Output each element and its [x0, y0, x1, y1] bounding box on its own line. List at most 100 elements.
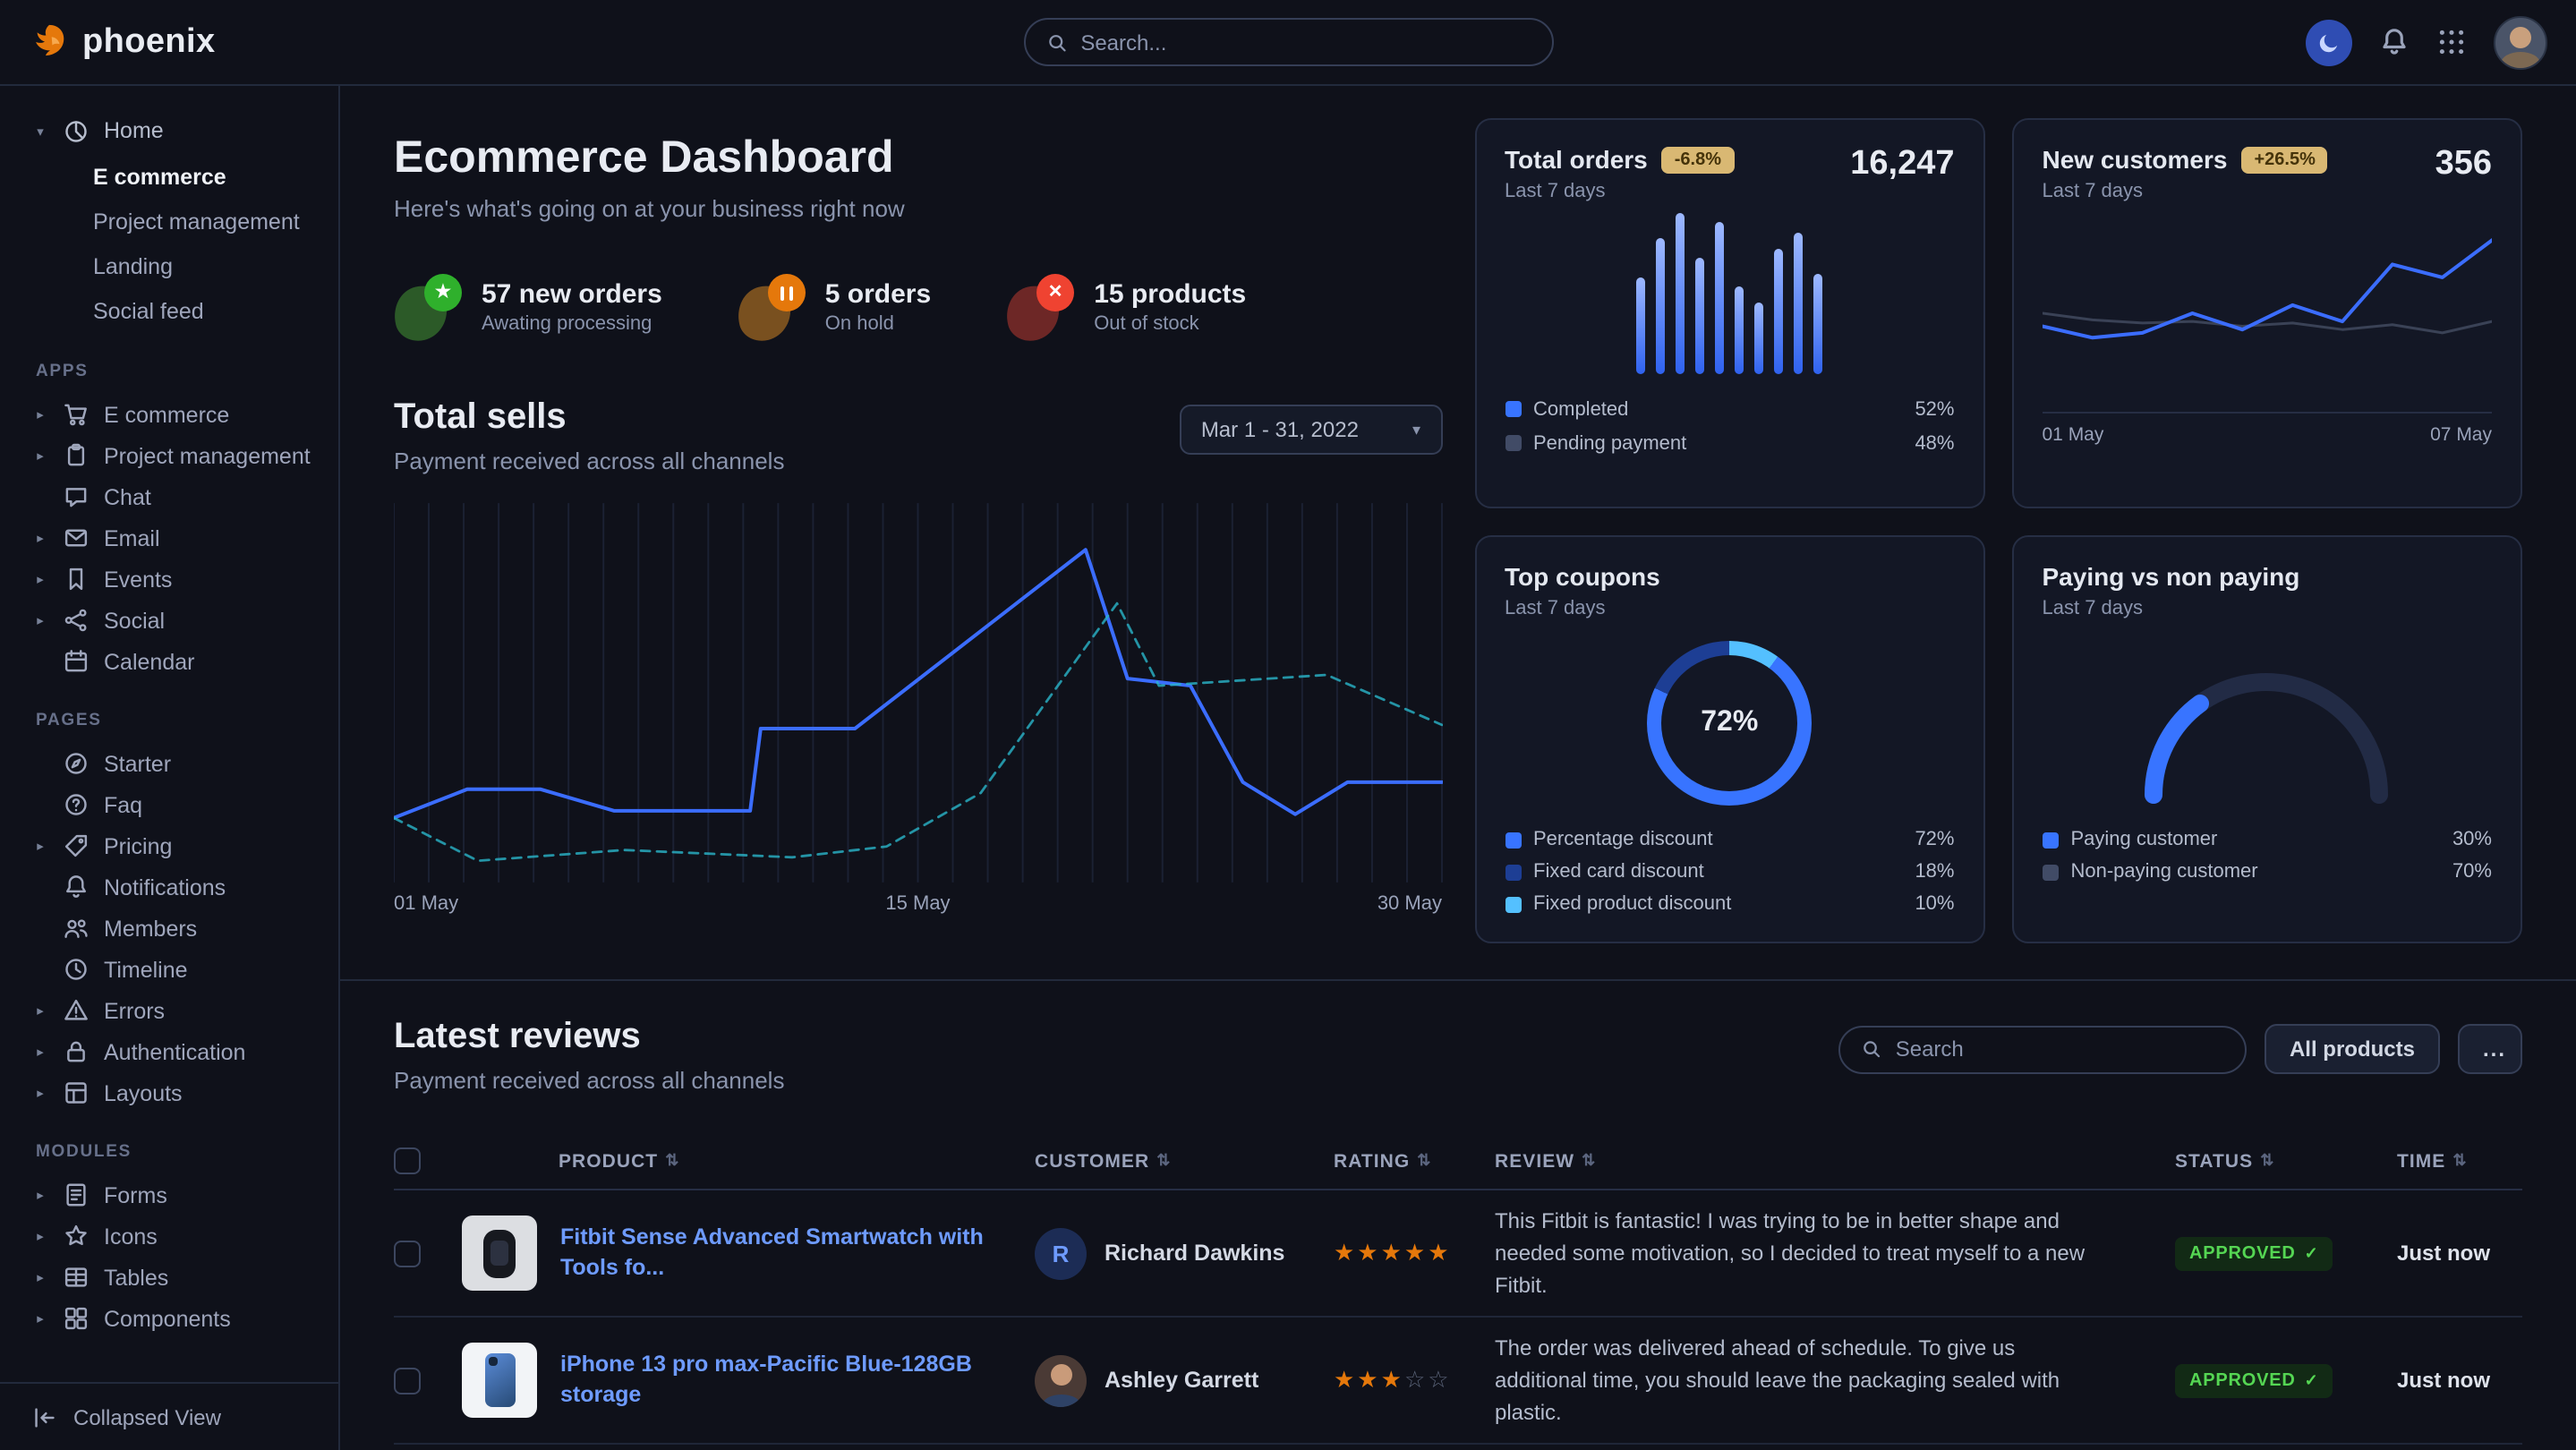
- sidebar-item-icons[interactable]: ▸ Icons: [32, 1215, 324, 1257]
- sidebar-item-ecommerce-app[interactable]: ▸ E commerce: [32, 394, 324, 435]
- sidebar-item-landing[interactable]: Landing: [93, 243, 324, 288]
- review-time: Just now: [2397, 1368, 2522, 1393]
- legend-value: 70%: [2452, 861, 2492, 883]
- theme-toggle-button[interactable]: [2306, 19, 2352, 65]
- sidebar-item-social[interactable]: ▸ Social: [32, 600, 324, 641]
- sidebar-item-label: Timeline: [104, 957, 188, 982]
- table-row: iPhone 13 pro max-Pacific Blue-128GB sto…: [394, 1318, 2522, 1445]
- sidebar-item-pricing[interactable]: ▸ Pricing: [32, 825, 324, 866]
- sidebar-item-label: Layouts: [104, 1080, 183, 1105]
- brand[interactable]: phoenix: [29, 21, 216, 63]
- trend-badge: -6.8%: [1662, 146, 1734, 173]
- review-time: Just now: [2397, 1241, 2522, 1266]
- stat-caption: Out of stock: [1094, 312, 1246, 334]
- sidebar-item-members[interactable]: Members: [32, 908, 324, 949]
- sidebar-item-label: Tables: [104, 1265, 168, 1290]
- column-header-product[interactable]: PRODUCT⇅: [462, 1150, 1013, 1172]
- all-products-button[interactable]: All products: [2265, 1024, 2440, 1074]
- section-title-pages: PAGES: [36, 711, 324, 730]
- sidebar-item-label: Faq: [104, 792, 142, 817]
- stat-orders-on-hold: 5 orders On hold: [738, 272, 931, 340]
- product-link[interactable]: Fitbit Sense Advanced Smartwatch with To…: [560, 1222, 1013, 1284]
- column-header-status[interactable]: STATUS⇅: [2175, 1150, 2376, 1172]
- sidebar-item-events[interactable]: ▸ Events: [32, 559, 324, 600]
- apps-grid-button[interactable]: [2436, 27, 2467, 57]
- legend-row: Non-paying customer 70%: [2043, 856, 2493, 888]
- product-link[interactable]: iPhone 13 pro max-Pacific Blue-128GB sto…: [560, 1349, 1013, 1412]
- navbar-search[interactable]: [1023, 18, 1553, 66]
- sidebar-item-calendar[interactable]: Calendar: [32, 641, 324, 682]
- sidebar-item-ecommerce-dashboard[interactable]: E commerce: [93, 154, 324, 199]
- sidebar-item-label: Icons: [104, 1224, 158, 1249]
- date-range-select[interactable]: Mar 1 - 31, 2022 ▾: [1180, 405, 1442, 455]
- legend-swatch: [1505, 832, 1521, 848]
- envelope-icon: [63, 525, 90, 551]
- phoenix-logo-icon: [29, 21, 70, 63]
- order-volume-bar: [1813, 274, 1822, 374]
- tag-icon: [63, 832, 90, 859]
- new-customers-value: 356: [2435, 145, 2492, 184]
- cart-icon: [63, 401, 90, 428]
- row-checkbox[interactable]: [394, 1367, 421, 1394]
- legend-value: 72%: [1915, 829, 1954, 850]
- check-icon: ✓: [2305, 1371, 2319, 1391]
- sidebar-item-components[interactable]: ▸ Components: [32, 1298, 324, 1339]
- row-checkbox[interactable]: [394, 1240, 421, 1267]
- sidebar-item-email[interactable]: ▸ Email: [32, 517, 324, 559]
- legend-swatch: [1505, 864, 1521, 880]
- section-title-modules: MODULES: [36, 1142, 324, 1162]
- caret-right-icon: ▸: [32, 1228, 48, 1244]
- column-header-time[interactable]: TIME⇅: [2397, 1150, 2522, 1172]
- section-title-apps: APPS: [36, 362, 324, 381]
- user-avatar[interactable]: [2494, 15, 2547, 69]
- sidebar-item-project-management-app[interactable]: ▸ Project management: [32, 435, 324, 476]
- column-header-rating[interactable]: RATING⇅: [1334, 1150, 1473, 1172]
- more-options-button[interactable]: ...: [2458, 1024, 2522, 1074]
- column-header-review[interactable]: REVIEW⇅: [1495, 1150, 2154, 1172]
- reviews-search[interactable]: [1838, 1025, 2247, 1073]
- product-image-iphone: [462, 1343, 537, 1418]
- select-all-checkbox[interactable]: [394, 1147, 421, 1174]
- navbar-search-input[interactable]: [1080, 30, 1530, 55]
- order-volume-bar: [1794, 233, 1803, 374]
- table-icon: [63, 1264, 90, 1291]
- caret-right-icon: ▸: [32, 1002, 48, 1019]
- new-customers-card: New customers +26.5% Last 7 days 356 01 …: [2012, 118, 2523, 508]
- column-header-customer[interactable]: CUSTOMER⇅: [1035, 1150, 1312, 1172]
- sidebar-item-errors[interactable]: ▸ Errors: [32, 990, 324, 1031]
- sidebar-item-project-management-dashboard[interactable]: Project management: [93, 199, 324, 243]
- sidebar-item-forms[interactable]: ▸ Forms: [32, 1174, 324, 1215]
- sort-icon: ⇅: [2452, 1151, 2467, 1171]
- sidebar-item-social-feed[interactable]: Social feed: [93, 288, 324, 333]
- collapse-sidebar-button[interactable]: Collapsed View: [0, 1382, 338, 1450]
- reviews-search-input[interactable]: [1896, 1036, 2223, 1062]
- legend-value: 18%: [1915, 861, 1954, 883]
- sidebar-item-faq[interactable]: Faq: [32, 784, 324, 825]
- sidebar: ▾ Home E commerce Project management Lan…: [0, 86, 340, 1450]
- sidebar-item-layouts[interactable]: ▸ Layouts: [32, 1072, 324, 1113]
- notifications-button[interactable]: [2379, 27, 2410, 57]
- sidebar-item-label: Notifications: [104, 874, 226, 900]
- card-period: Last 7 days: [2043, 181, 2328, 202]
- sidebar-item-notifications[interactable]: Notifications: [32, 866, 324, 908]
- sidebar-item-starter[interactable]: Starter: [32, 743, 324, 784]
- table-header-row: PRODUCT⇅ CUSTOMER⇅ RATING⇅ REVIEW⇅ STATU…: [394, 1133, 2522, 1190]
- order-volume-bar: [1754, 302, 1763, 374]
- sidebar-item-tables[interactable]: ▸ Tables: [32, 1257, 324, 1298]
- order-volume-bar: [1774, 249, 1783, 374]
- stats-row: ★ 57 new orders Awating processing 5 ord…: [394, 272, 1442, 340]
- sidebar-item-authentication[interactable]: ▸ Authentication: [32, 1031, 324, 1072]
- stat-caption: On hold: [825, 312, 931, 334]
- legend-value: 48%: [1915, 432, 1954, 454]
- calendar-icon: [63, 648, 90, 675]
- sidebar-item-chat[interactable]: Chat: [32, 476, 324, 517]
- reviews-subtitle: Payment received across all channels: [394, 1067, 784, 1094]
- sidebar-item-timeline[interactable]: Timeline: [32, 949, 324, 990]
- kpi-cards: Total orders -6.8% Last 7 days 16,247 Co…: [1474, 118, 2522, 943]
- stat-out-of-stock: ✕ 15 products Out of stock: [1006, 272, 1246, 340]
- caret-right-icon: ▸: [32, 406, 48, 422]
- sidebar-item-home[interactable]: ▾ Home: [32, 107, 324, 154]
- sidebar-item-label: Pricing: [104, 833, 172, 858]
- customer-name: Richard Dawkins: [1105, 1241, 1284, 1266]
- sort-icon: ⇅: [1417, 1151, 1431, 1171]
